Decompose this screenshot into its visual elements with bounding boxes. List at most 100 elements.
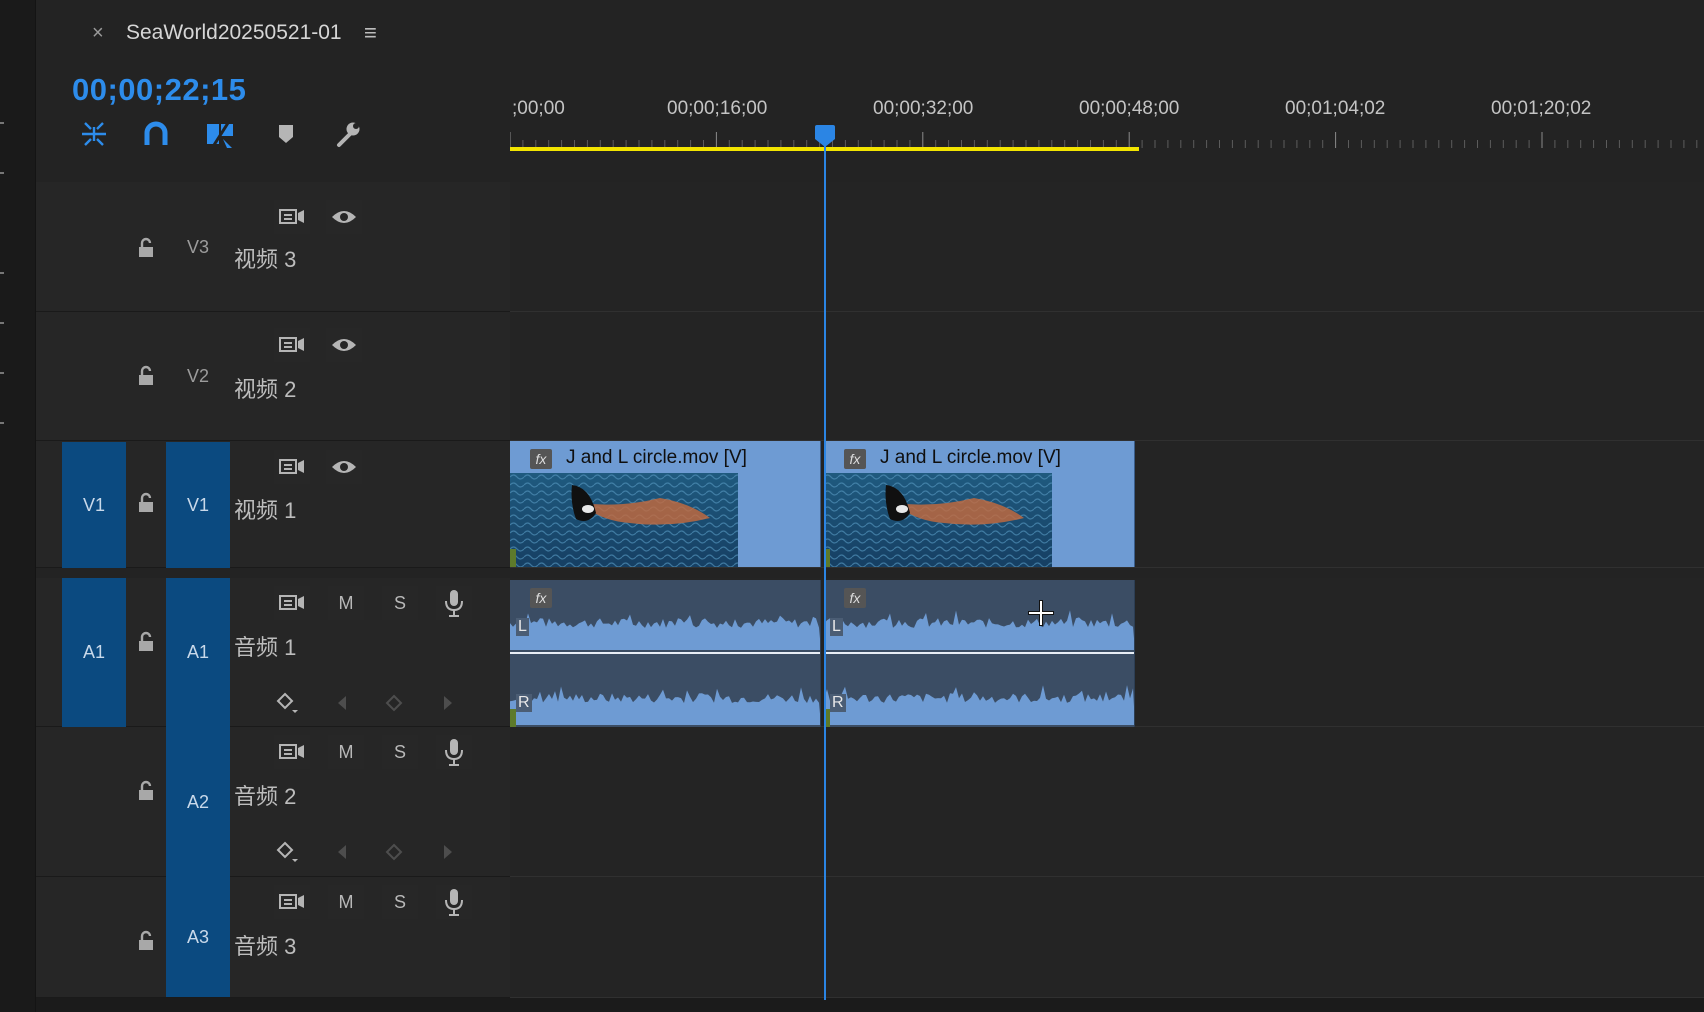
toggle-sync-lock-icon[interactable] [274,328,310,362]
gutter-tick [0,422,4,424]
voice-over-record-mic-icon[interactable] [436,735,472,769]
lock-track-icon[interactable] [134,779,158,803]
toggle-track-output-eye-icon[interactable] [326,200,362,234]
clip-edge-marker [510,709,516,727]
track-header-a1: A1 A1 M S 音频 1 [36,578,510,727]
ruler-label: 00;01;20;02 [1491,98,1592,119]
track-target-a3[interactable]: A3 [166,877,230,997]
show-keyframes-icon[interactable] [274,690,302,716]
time-ruler[interactable]: ;00;00 00;00;16;00 00;00;32;00 00;00;48;… [510,84,1704,156]
mute-track-button[interactable]: M [328,735,364,769]
next-keyframe-icon[interactable] [434,839,462,865]
lock-track-icon[interactable] [134,929,158,953]
clip-label: J and L circle.mov [V] [566,447,747,468]
track-name: 视频 3 [234,247,297,272]
solo-track-button[interactable]: S [382,735,418,769]
ruler-label: 00;00;48;00 [1079,98,1180,119]
panel-menu-icon[interactable]: ≡ [364,20,377,46]
lock-track-icon[interactable] [134,364,158,388]
gutter-tick [0,272,4,274]
gutter-tick [0,122,4,124]
left-panel-edge [0,0,36,1012]
audio-channel-right: R [516,694,532,712]
track-target-a2[interactable]: A2 [166,727,230,877]
show-keyframes-icon[interactable] [274,839,302,865]
clip-fx-badge[interactable]: fx [844,449,866,469]
audio-clip[interactable]: fx L R [510,580,821,727]
toggle-track-output-eye-icon[interactable] [326,450,362,484]
track-name: 音频 2 [234,784,297,809]
source-patch-v1[interactable]: V1 [62,442,126,568]
gutter-tick [0,322,4,324]
audio-waveform [824,610,1134,725]
lock-track-icon[interactable] [134,236,158,260]
audio-channel-right: R [830,694,846,712]
video-clip[interactable]: fx J and L circle.mov [V] [510,441,821,567]
audio-channel-left: L [516,618,529,636]
close-tab-button[interactable]: × [92,22,104,45]
linked-selection-icon[interactable] [202,116,238,152]
track-lane-a3[interactable] [510,877,1704,998]
timeline-settings-wrench-icon[interactable] [330,116,366,152]
voice-over-record-mic-icon[interactable] [436,885,472,919]
toggle-sync-lock-icon[interactable] [274,450,310,484]
previous-keyframe-icon[interactable] [328,839,356,865]
clip-thumbnail [510,473,738,567]
track-header-v1: V1 V1 视频 1 [36,441,510,568]
track-name: 音频 1 [234,635,297,660]
gutter-tick [0,172,4,174]
lock-track-icon[interactable] [134,630,158,654]
add-marker-icon[interactable] [268,116,304,152]
previous-keyframe-icon[interactable] [328,690,356,716]
voice-over-record-mic-icon[interactable] [436,586,472,620]
source-patch-a1[interactable]: A1 [62,578,126,727]
track-target-v1[interactable]: V1 [166,442,230,568]
audio-waveform [510,613,820,725]
toggle-track-output-eye-icon[interactable] [326,328,362,362]
track-lane-v3[interactable] [510,182,1704,312]
clip-edge-marker [510,549,516,567]
mute-track-button[interactable]: M [328,885,364,919]
premiere-timeline-panel: × SeaWorld20250521-01 ≡ 00;00;22;15 ;00;… [0,0,1704,1012]
mute-track-button[interactable]: M [328,586,364,620]
track-name: 视频 2 [234,377,297,402]
video-clip[interactable]: fx J and L circle.mov [V] [824,441,1135,567]
clip-label: J and L circle.mov [V] [880,447,1061,468]
track-target-a1[interactable]: A1 [166,578,230,727]
nest-sequence-icon[interactable] [76,116,112,152]
panel-header: × SeaWorld20250521-01 ≡ [36,0,1704,68]
track-lane-v2[interactable] [510,312,1704,441]
track-header-a3: A3 M S 音频 3 [36,877,510,998]
audio-clip[interactable]: fx L R [824,580,1135,727]
add-keyframe-icon[interactable] [380,690,408,716]
audio-channel-left: L [830,618,843,636]
toggle-sync-lock-icon[interactable] [274,885,310,919]
lock-track-icon[interactable] [134,491,158,515]
toggle-sync-lock-icon[interactable] [274,735,310,769]
track-name: 视频 1 [234,498,297,523]
sequence-tab-title[interactable]: SeaWorld20250521-01 [126,21,342,45]
track-target-v2[interactable]: V2 [166,312,230,441]
clip-fx-badge[interactable]: fx [530,449,552,469]
toggle-sync-lock-icon[interactable] [274,200,310,234]
track-header-a2: A2 M S 音频 2 [36,727,510,877]
ruler-label: 00;00;32;00 [873,98,974,119]
track-header-v3: V3 视频 3 [36,182,510,312]
snap-magnet-icon[interactable] [138,116,174,152]
playhead-line[interactable] [824,140,826,1000]
track-header-v2: V2 视频 2 [36,312,510,441]
track-name: 音频 3 [234,934,297,959]
ruler-label: ;00;00 [512,98,565,119]
ruler-label: 00;00;16;00 [667,98,768,119]
solo-track-button[interactable]: S [382,586,418,620]
gutter-tick [0,372,4,374]
timeline-zoom-scrollbar[interactable] [36,998,1704,1012]
toggle-sync-lock-icon[interactable] [274,586,310,620]
next-keyframe-icon[interactable] [434,690,462,716]
add-keyframe-icon[interactable] [380,839,408,865]
track-target-v3[interactable]: V3 [166,182,230,312]
solo-track-button[interactable]: S [382,885,418,919]
clip-thumbnail [824,473,1052,567]
playhead-timecode[interactable]: 00;00;22;15 [72,72,246,108]
track-lane-a2[interactable] [510,727,1704,877]
